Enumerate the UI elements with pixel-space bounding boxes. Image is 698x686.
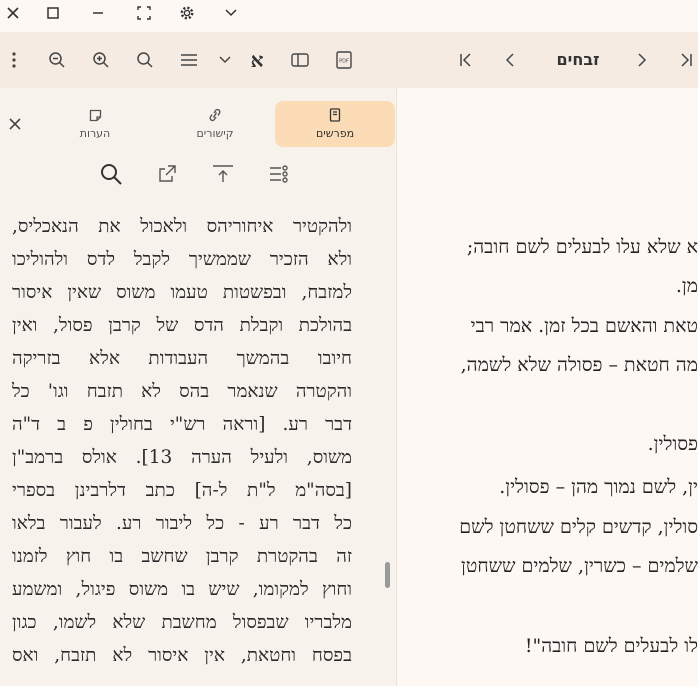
gear-icon[interactable]: [174, 0, 200, 26]
menu-icon[interactable]: [175, 46, 203, 74]
text-line: משוס, ולעיל הערה 13]. אולס ברמב"ן: [12, 447, 352, 468]
text-line: חיובו בהמשך העבודות אלא בזריקה: [12, 348, 352, 369]
pane-divider[interactable]: [396, 88, 397, 686]
pdf-icon[interactable]: PDF: [330, 46, 358, 74]
split-view-icon[interactable]: [286, 46, 314, 74]
close-window-icon[interactable]: [0, 0, 26, 26]
text-line: למזבח, ובפשטות טעמו משוס שאין איסור: [12, 282, 352, 303]
text-line: בהולכת וקבלת הדס של קרבן פסול, ואין: [12, 315, 352, 336]
text-line: מן.: [675, 275, 698, 297]
last-page-icon[interactable]: [672, 46, 698, 74]
partial-text-line: ולהקטיר איחוריהס ולאכול את הנאכליס,: [12, 200, 352, 202]
text-line: ין, לשם נמוך מהן – פסולין.: [499, 476, 698, 498]
text-line: והקטרה שנאמר בהס לא תזבח וגו' כל: [12, 381, 352, 402]
book-icon: [329, 108, 341, 126]
text-line: סולין, קדשים קלים ששחטן לשם: [459, 516, 698, 538]
text-line: ולא הזכיר שממשיך לקבל לדס ולהוליכו: [12, 249, 352, 270]
note-icon: [89, 109, 102, 126]
text-line: מלבריו שבפסול מחשבת שלא לשמו, כגון: [12, 612, 352, 633]
commentary-toolbar: [0, 158, 396, 190]
toolbar: א PDF זבחים: [0, 32, 698, 88]
tab-label: קישורים: [196, 127, 234, 140]
tab-bar: מפרשים קישורים הערות: [0, 101, 396, 147]
minimize-window-icon[interactable]: [85, 0, 111, 26]
open-external-icon[interactable]: [153, 160, 181, 188]
chevron-down-icon[interactable]: [218, 0, 244, 26]
fullscreen-icon[interactable]: [131, 0, 157, 26]
text-line: וחוץ למקומו, שיש בו משוס פיגול, ומשמע: [12, 579, 352, 600]
text-line: כל דבר רע - כל ליבור רע. לעבור בלאו: [12, 513, 352, 534]
text-line: פסולין.: [647, 433, 698, 455]
title-bar: [0, 0, 698, 32]
scrollbar-thumb[interactable]: [385, 562, 390, 588]
text-line: טאת והאשם בכל זמן. אמר רבי: [470, 315, 698, 337]
text-line: זה בהקטרת קרבן שחשב בו חוץ לזמנו: [12, 546, 352, 567]
text-line: מה חטאת – פסולה שלא לשמה,: [460, 354, 698, 376]
chevron-left-icon[interactable]: [496, 46, 524, 74]
book-title[interactable]: זבחים: [540, 50, 616, 69]
more-options-icon[interactable]: [0, 46, 28, 74]
font-icon[interactable]: א: [243, 46, 271, 74]
text-line: בפסח וחטאת, אין איסור לא תזבח, ואס: [12, 645, 352, 666]
filter-list-icon[interactable]: [265, 160, 293, 188]
search-icon[interactable]: [131, 46, 159, 74]
commentary-pane: מפרשים קישורים הערות ולהקטיר איחוריהס ול…: [0, 88, 396, 686]
zoom-in-icon[interactable]: [87, 46, 115, 74]
link-icon: [207, 108, 223, 126]
zoom-out-icon[interactable]: [43, 46, 71, 74]
first-page-icon[interactable]: [452, 46, 480, 74]
maximize-window-icon[interactable]: [40, 0, 66, 26]
svg-text:PDF: PDF: [339, 59, 349, 65]
tab-notes[interactable]: הערות: [35, 101, 155, 147]
search-icon[interactable]: [97, 160, 125, 188]
main-text-pane: א שלא עלו לבעלים לשם חובה; מן. טאת והאשם…: [400, 88, 698, 686]
text-line: לו לבעלים לשם חובה"!: [524, 635, 698, 657]
tab-commentaries[interactable]: מפרשים: [275, 101, 395, 147]
chevron-down-icon[interactable]: [211, 46, 239, 74]
chevron-right-icon[interactable]: [628, 46, 656, 74]
text-line: א שלא עלו לבעלים לשם חובה;: [466, 236, 698, 258]
tab-links[interactable]: קישורים: [155, 101, 275, 147]
text-line: שלמים – כשרין, שלמים ששחטן: [461, 555, 698, 577]
tab-label: מפרשים: [315, 127, 355, 140]
text-line: דבר רע. [וראה רש"י בחולין פ ב ד"ה: [12, 414, 352, 435]
text-line: ולהקטיר איחוריהס ולאכול את הנאכליס,: [12, 216, 352, 237]
tab-label: הערות: [79, 126, 111, 140]
commentary-text: ולהקטיר איחוריהס ולאכול את הנאכליס, ולהק…: [0, 200, 386, 686]
scroll-to-top-icon[interactable]: [209, 160, 237, 188]
text-line: [בסה"מ ל"ת ל-ה] כתב דלרבינן בספרי: [12, 480, 352, 501]
